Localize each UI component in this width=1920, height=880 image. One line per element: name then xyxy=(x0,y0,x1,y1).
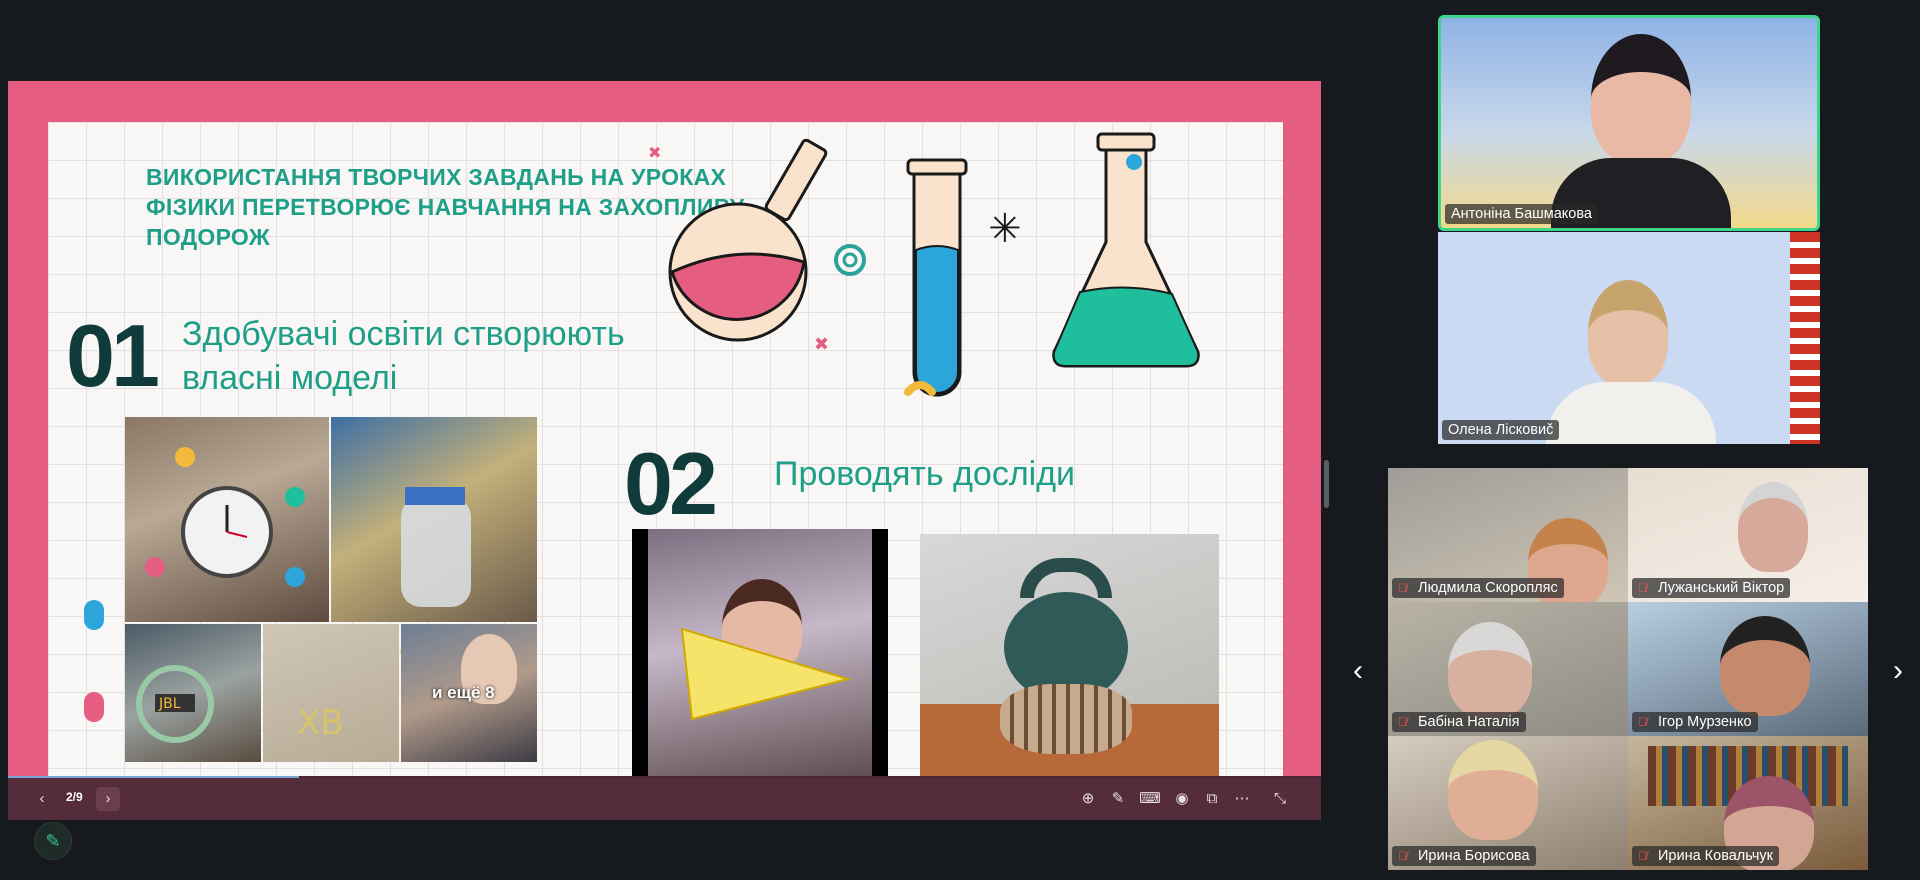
broadcast-icon[interactable]: ◉ xyxy=(1170,787,1194,811)
photo-jar-model[interactable] xyxy=(331,417,537,622)
slide: ВИКОРИСТАННЯ ТВОРЧИХ ЗАВДАНЬ НА УРОКАХ Ф… xyxy=(48,122,1283,778)
participant-name: Ирина Борисова xyxy=(1418,848,1530,864)
chevron-right-icon[interactable]: › xyxy=(1886,656,1910,686)
participant-name: Олена Лісковиč xyxy=(1442,420,1560,440)
round-flask-icon xyxy=(668,138,828,342)
spiral-decoration-icon xyxy=(834,244,866,276)
chevron-right-icon[interactable]: › xyxy=(96,787,120,811)
photo-kettlebell-experiment[interactable] xyxy=(920,534,1219,778)
presentation-stage: ВИКОРИСТАННЯ ТВОРЧИХ ЗАВДАНЬ НА УРОКАХ Ф… xyxy=(0,0,1322,880)
slide-frame: ВИКОРИСТАННЯ ТВОРЧИХ ЗАВДАНЬ НА УРОКАХ Ф… xyxy=(8,81,1321,778)
mic-off-icon: 🎙̸ xyxy=(1398,715,1407,729)
svg-text:✖: ✖ xyxy=(648,143,661,162)
participant-tile[interactable]: 🎙̸ Ирина Борисова xyxy=(1388,736,1628,870)
participant-name: Бабіна Наталія xyxy=(1418,714,1520,730)
photo-speaker-model[interactable]: JBL xyxy=(125,624,261,762)
more-icon[interactable]: ⋯ xyxy=(1230,787,1254,811)
participant-name: Лужанський Віктор xyxy=(1658,580,1785,596)
asterisk-decoration-icon: ✳ xyxy=(988,206,1022,252)
collapse-icon[interactable]: ⤡ xyxy=(1268,787,1292,811)
mic-off-icon: 🎙̸ xyxy=(1638,715,1647,729)
mic-off-icon: 🎙̸ xyxy=(1638,849,1647,863)
mic-off-icon: 🎙̸ xyxy=(1398,849,1407,863)
participant-tile-speaker[interactable]: Антоніна Башмакова xyxy=(1438,15,1820,231)
participant-tile[interactable]: 🎙̸ Лужанський Віктор xyxy=(1628,468,1868,602)
pencil-icon: ✎ xyxy=(45,831,61,851)
erlenmeyer-flask-icon xyxy=(1052,132,1200,368)
point-2-text: Проводять досліди xyxy=(774,455,1076,493)
slide-counter: 2/9 xyxy=(66,790,83,804)
lab-flasks-illustration: ✳ ✖ ✖ xyxy=(648,132,1200,397)
participant-name: Ігор Мурзенко xyxy=(1658,714,1752,730)
mic-off-icon: 🎙̸ xyxy=(1398,581,1407,595)
participant-tile[interactable]: 🎙̸ Ігор Мурзенко xyxy=(1628,602,1868,736)
presentation-toolbar: ‹ 2/9 › ⊕ ✎ ⌨ ◉ ⧉ ⋯ ⤡ xyxy=(8,778,1321,820)
mic-off-icon: 🎙̸ xyxy=(1638,581,1647,595)
participant-tile[interactable]: 🎙̸ Ирина Ковальчук xyxy=(1628,736,1868,870)
photo-paper-cone-experiment[interactable] xyxy=(632,529,888,778)
zoom-in-icon[interactable]: ⊕ xyxy=(1076,787,1100,811)
window-icon[interactable]: ⧉ xyxy=(1200,787,1224,811)
svg-text:✖: ✖ xyxy=(814,334,829,355)
point-2-number: 02 xyxy=(624,434,718,533)
point-1-text: Здобувачі освіти створюють власні моделі xyxy=(182,315,625,397)
participant-tile[interactable]: 🎙̸ Бабіна Наталія xyxy=(1388,602,1628,736)
photo-sand-letters[interactable]: ХВ xyxy=(263,624,399,762)
participant-tile[interactable]: Олена Лісковиč xyxy=(1438,232,1820,444)
participant-name: Антоніна Башмакова xyxy=(1445,204,1598,224)
photo-clock-model[interactable] xyxy=(125,417,329,622)
resize-handle[interactable] xyxy=(1324,460,1329,508)
svg-text:ХВ: ХВ xyxy=(297,703,344,743)
pen-icon[interactable]: ✎ xyxy=(1106,787,1130,811)
dot-decoration-icon xyxy=(1126,154,1142,170)
point-1-number: 01 xyxy=(66,306,160,405)
participant-tile[interactable]: 🎙̸ Людмила Скоропляс xyxy=(1388,468,1628,602)
participant-name: Людмила Скоропляс xyxy=(1418,580,1558,596)
chevron-left-icon[interactable]: ‹ xyxy=(1346,656,1370,686)
test-tube-icon xyxy=(906,158,968,397)
chevron-left-icon[interactable]: ‹ xyxy=(30,787,54,811)
participant-name: Ирина Ковальчук xyxy=(1658,848,1773,864)
more-photos-label[interactable]: и ещё 8 xyxy=(432,683,495,703)
svg-text:JBL: JBL xyxy=(158,696,181,712)
keyboard-icon[interactable]: ⌨ xyxy=(1138,787,1162,811)
annotate-button[interactable]: ✎ xyxy=(34,822,72,860)
